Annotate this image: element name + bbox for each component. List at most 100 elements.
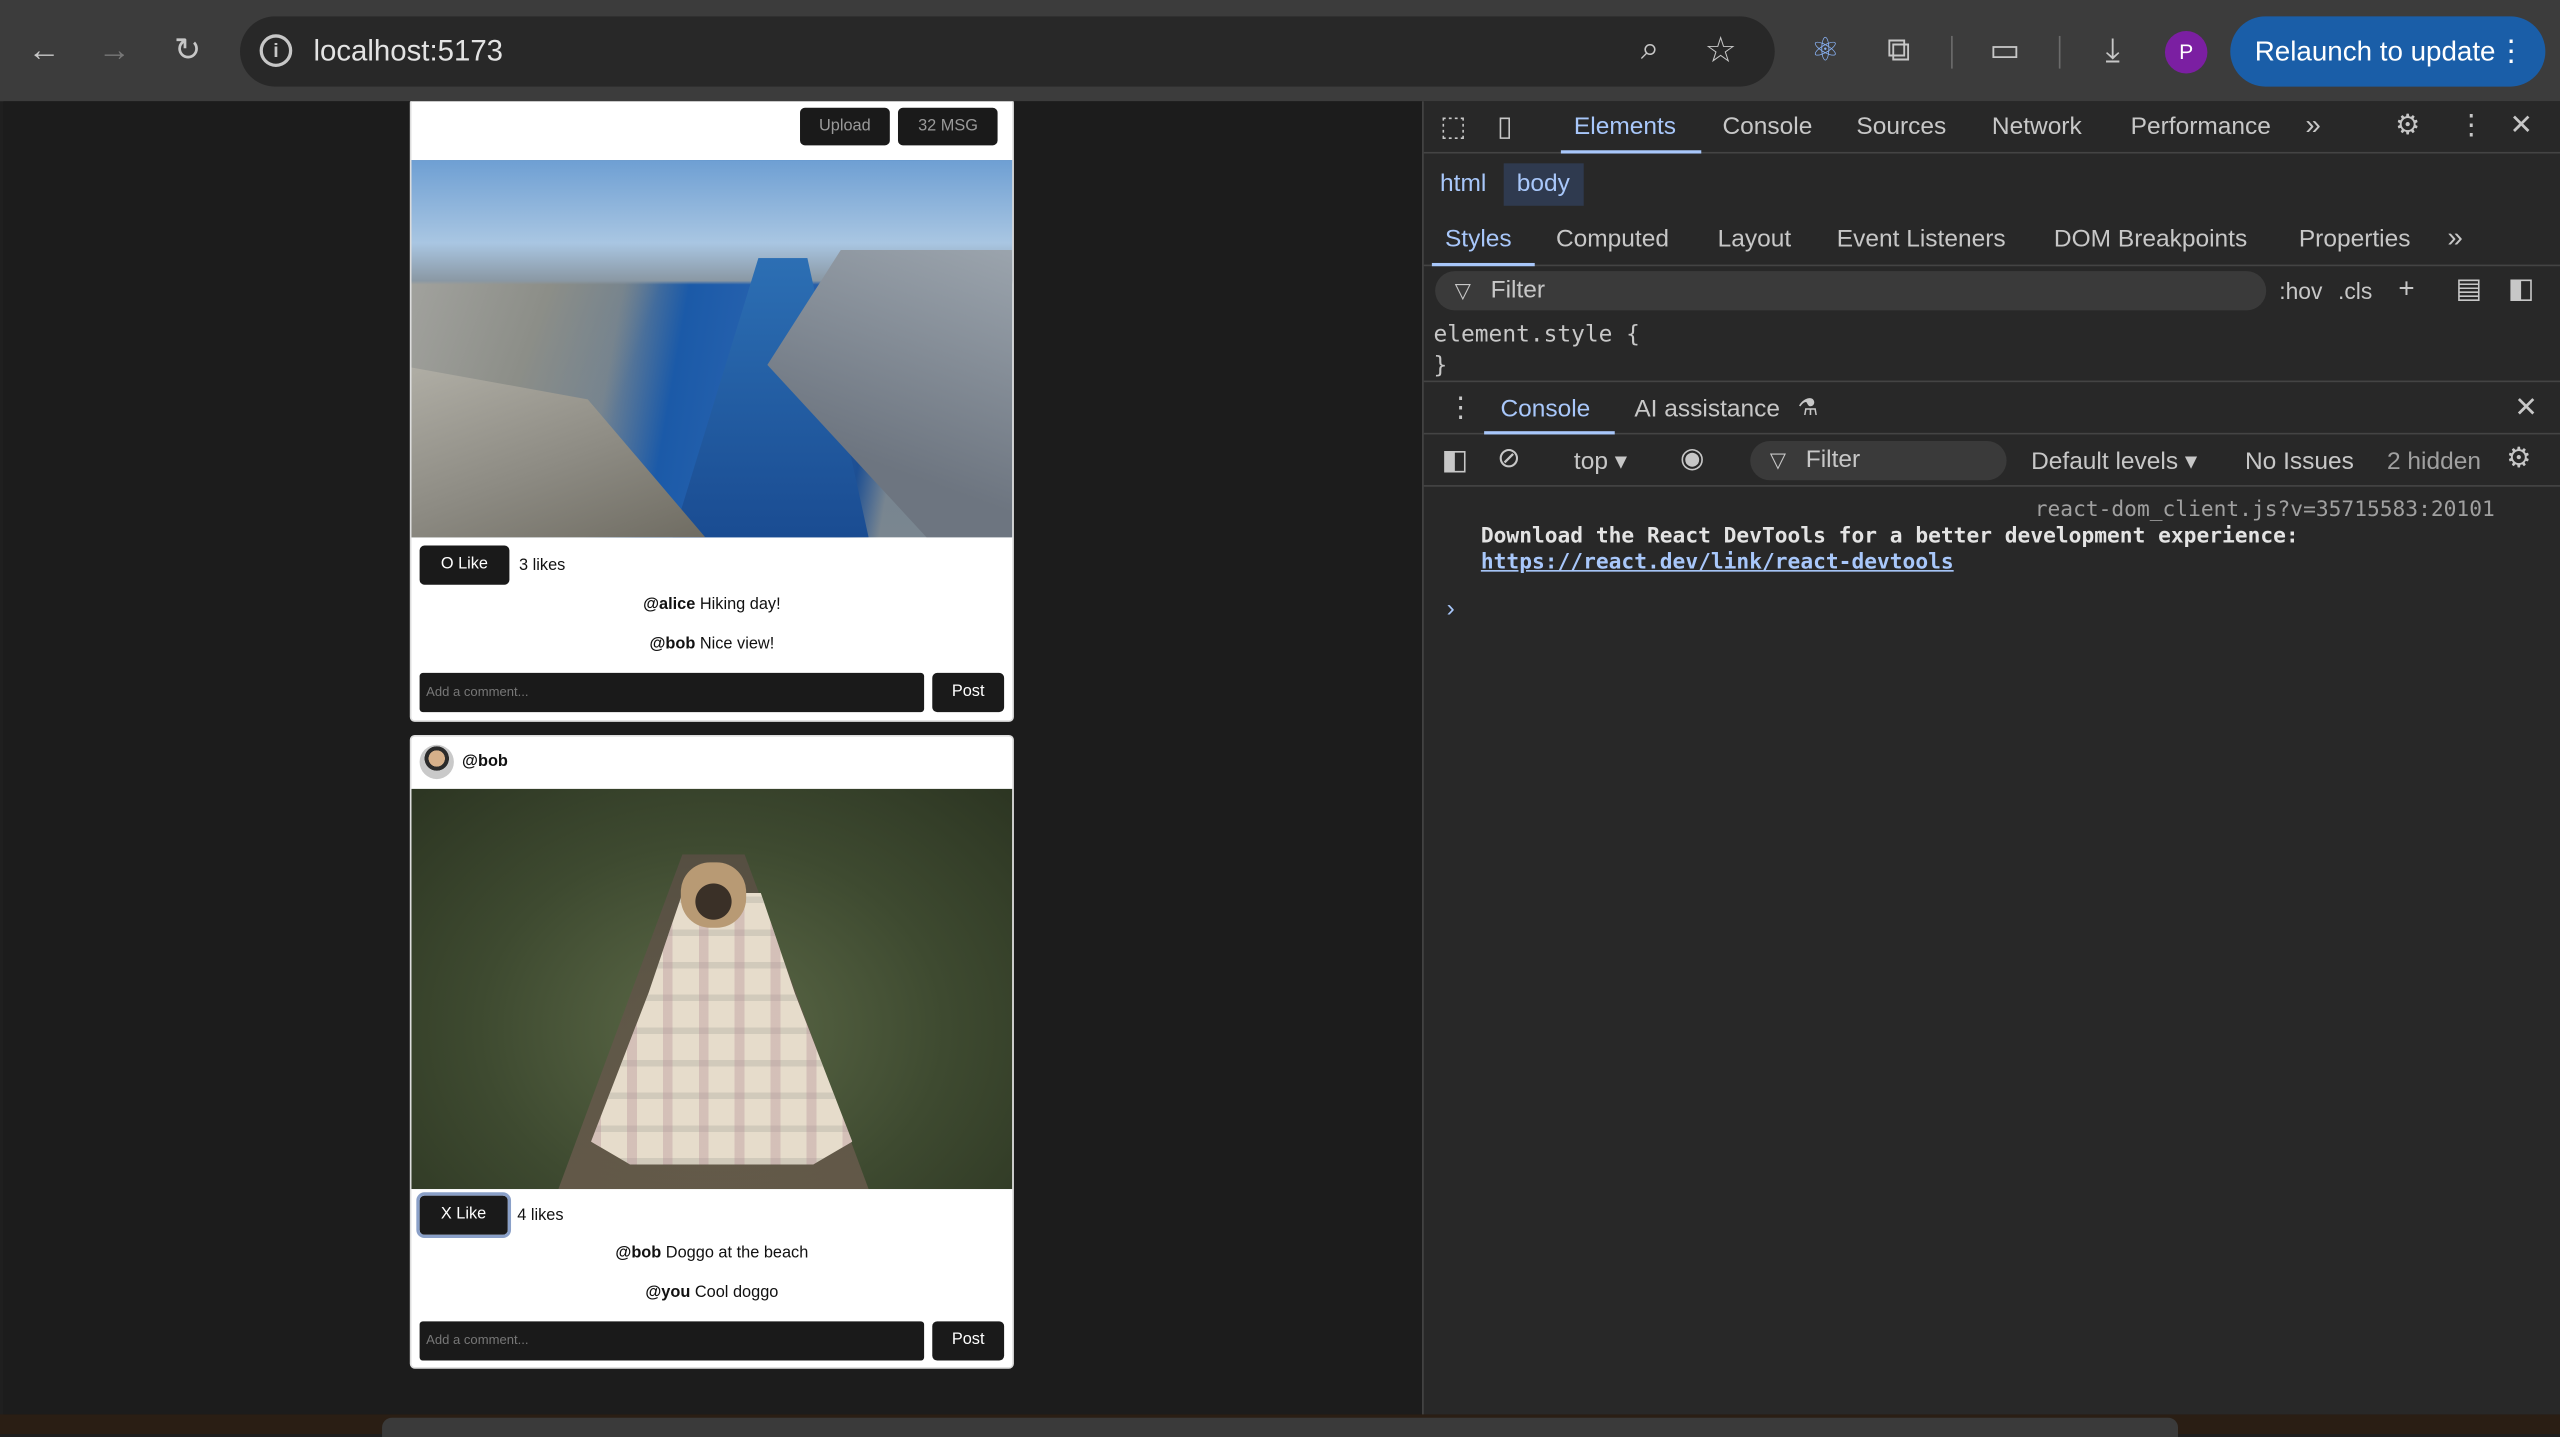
message-source-link[interactable]: react-dom_client.js?v=35715583:20101: [2035, 498, 2495, 522]
tab-computed[interactable]: Computed: [1556, 225, 1669, 253]
more-tabs-icon[interactable]: »: [2305, 109, 2320, 142]
post-image-pug: [411, 788, 1013, 1190]
console-settings-gear-icon[interactable]: ⚙: [2506, 443, 2531, 476]
toggle-sidebar-icon[interactable]: ◧: [2508, 273, 2534, 306]
tab-event-listeners[interactable]: Event Listeners: [1837, 225, 2006, 253]
reload-icon[interactable]: ↻: [167, 29, 209, 71]
devtools-tabs: ⬚ ▯ Elements Console Sources Network Per…: [1423, 101, 2560, 154]
comment: @alice Hiking day!: [411, 596, 1012, 614]
active-tab-indicator: [1560, 150, 1702, 154]
post-card: Upload 32 MSG O Like 3 likes @alice Hiki…: [409, 101, 1014, 722]
console-message: Download the React DevTools for a better…: [1481, 524, 2299, 576]
messages-button[interactable]: 32 MSG: [898, 107, 998, 146]
paint-icon[interactable]: ▤: [2456, 273, 2482, 306]
settings-gear-icon[interactable]: ⚙: [2395, 109, 2420, 142]
post-comment-button[interactable]: Post: [932, 672, 1005, 713]
console-filter-placeholder: Filter: [1805, 445, 1861, 474]
back-icon[interactable]: ←: [23, 29, 65, 71]
address-bar[interactable]: i localhost:5173 ⌕ ☆: [240, 16, 1775, 87]
drawer-tab-ai-assistance[interactable]: AI assistance: [1634, 395, 1780, 423]
zoom-icon[interactable]: ⌕: [1641, 31, 1659, 69]
more-subtabs-icon[interactable]: »: [2447, 222, 2462, 255]
react-extension-icon[interactable]: ⚛: [1804, 29, 1846, 71]
page-viewport: Upload 32 MSG O Like 3 likes @alice Hiki…: [3, 101, 1423, 1415]
like-button[interactable]: X Like: [416, 1192, 511, 1239]
console-sidebar-icon[interactable]: ◧: [1442, 444, 1468, 477]
cls-toggle[interactable]: .cls: [2338, 271, 2372, 310]
comment-input[interactable]: Add a comment...: [419, 1321, 925, 1361]
hidden-count: 2 hidden: [2387, 447, 2481, 476]
console-message-text: Download the React DevTools for a better…: [1480, 524, 2299, 549]
breadcrumb-body[interactable]: body: [1503, 163, 1583, 206]
browser-toolbar: ← → ↻ i localhost:5173 ⌕ ☆ ⚛ ⧉ ▭ ⤓ P Rel…: [0, 0, 2560, 102]
context-selector[interactable]: top ▾: [1574, 443, 1627, 482]
flask-icon: ⚗: [1797, 393, 1819, 420]
context-label: top: [1573, 447, 1608, 476]
post-comment-button[interactable]: Post: [932, 1321, 1005, 1361]
post-image-fjord: [411, 160, 1013, 538]
drawer-tabs: ⋮ Console AI assistance ⚗ ✕: [1423, 380, 2560, 435]
more-options-icon[interactable]: ⋮: [2457, 109, 2485, 142]
tab-network[interactable]: Network: [1992, 113, 2082, 141]
like-button[interactable]: O Like: [419, 545, 510, 585]
close-devtools-icon[interactable]: ✕: [2509, 109, 2532, 142]
tab-properties[interactable]: Properties: [2299, 225, 2411, 253]
dock: [382, 1417, 2179, 1437]
bookmark-star-icon[interactable]: ☆: [1705, 29, 1737, 71]
tab-performance[interactable]: Performance: [2131, 113, 2271, 141]
download-icon[interactable]: ⤓: [2091, 29, 2133, 71]
console-prompt[interactable]: ›: [1447, 595, 1455, 623]
inspect-element-icon[interactable]: ⬚: [1440, 111, 1466, 144]
post-author[interactable]: @bob: [462, 753, 508, 771]
avatar: [419, 744, 454, 780]
cast-icon[interactable]: ▭: [1984, 29, 2026, 71]
tab-dom-breakpoints[interactable]: DOM Breakpoints: [2054, 225, 2247, 253]
console-toolbar: ◧ ⊘ top ▾ ◉ ▽ Filter Default levels ▾ No…: [1423, 434, 2560, 487]
comment-input[interactable]: Add a comment...: [419, 672, 925, 713]
close-drawer-icon[interactable]: ✕: [2514, 392, 2537, 425]
add-rule-icon[interactable]: +: [2398, 273, 2414, 306]
comment: @bob Nice view!: [411, 635, 1012, 653]
extensions-icon[interactable]: ⧉: [1878, 29, 1920, 71]
likes-count: 4 likes: [517, 1206, 564, 1225]
upload-button[interactable]: Upload: [799, 107, 891, 146]
post-header: @bob: [419, 744, 508, 780]
more-menu-icon[interactable]: ⋮: [2496, 16, 2525, 86]
filter-icon: ▽: [1769, 447, 1787, 473]
styles-filter-input[interactable]: ▽ Filter: [1435, 271, 2267, 311]
device-toolbar-icon[interactable]: ▯: [1497, 111, 1512, 144]
drawer-menu-icon[interactable]: ⋮: [1447, 392, 1475, 425]
drawer-tab-console[interactable]: Console: [1500, 395, 1590, 423]
clear-console-icon[interactable]: ⊘: [1497, 443, 1520, 476]
profile-avatar[interactable]: P: [2164, 31, 2208, 74]
tab-elements[interactable]: Elements: [1574, 113, 1676, 141]
console-filter-input[interactable]: ▽ Filter: [1750, 440, 2007, 481]
comment-user: @bob: [649, 635, 696, 654]
breadcrumb-html[interactable]: html: [1427, 163, 1499, 205]
tab-layout[interactable]: Layout: [1718, 225, 1792, 253]
live-expression-eye-icon[interactable]: ◉: [1680, 443, 1704, 476]
comment: @you Cool doggo: [411, 1284, 1012, 1302]
toolbar-separator: [2058, 35, 2061, 69]
fjord-cliff: [411, 367, 706, 538]
react-devtools-link[interactable]: https://react.dev/link/react-devtools: [1481, 550, 1954, 574]
relaunch-button[interactable]: Relaunch to update ⋮: [2230, 16, 2546, 87]
filter-icon: ▽: [1454, 277, 1472, 303]
tab-styles[interactable]: Styles: [1445, 225, 1512, 253]
likes-count: 3 likes: [519, 556, 566, 575]
comment-user: @alice: [643, 596, 696, 615]
element-style-open[interactable]: element.style {: [1434, 322, 1640, 348]
breadcrumb: html body: [1424, 163, 2560, 209]
forward-icon[interactable]: →: [93, 29, 135, 71]
tab-sources[interactable]: Sources: [1856, 113, 1946, 141]
comment-text: Cool doggo: [694, 1283, 779, 1302]
comment-user: @you: [645, 1283, 691, 1302]
comment-text: Hiking day!: [699, 596, 781, 615]
site-info-icon[interactable]: i: [259, 34, 293, 67]
tab-console[interactable]: Console: [1722, 113, 1812, 141]
devtools-panel: ⬚ ▯ Elements Console Sources Network Per…: [1422, 101, 2560, 1415]
comment: @bob Doggo at the beach: [411, 1245, 1012, 1263]
log-levels-dropdown[interactable]: Default levels ▾: [2031, 443, 2197, 482]
issues-counter[interactable]: No Issues: [2245, 443, 2354, 482]
hov-toggle[interactable]: :hov: [2279, 271, 2322, 310]
